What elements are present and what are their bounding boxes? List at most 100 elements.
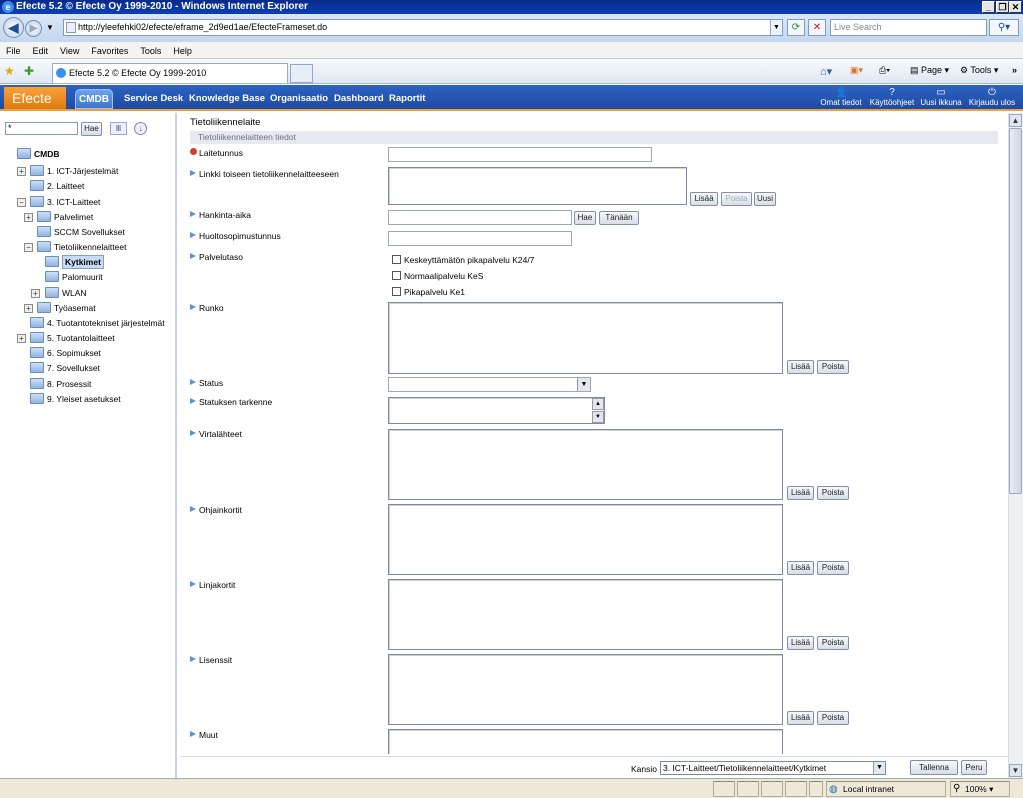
linjakortit-lisaa-button[interactable]: Lisää: [787, 636, 814, 650]
virtalahteet-poista-button[interactable]: Poista: [817, 486, 849, 500]
browser-tab[interactable]: Efecte 5.2 © Efecte Oy 1999-2010: [52, 63, 288, 83]
refresh-icon[interactable]: ⟳: [787, 19, 805, 36]
forward-button[interactable]: ▶: [25, 20, 42, 37]
zoom-value: 100%: [965, 784, 987, 794]
add-favorite-icon[interactable]: ✚: [24, 64, 34, 78]
expand-icon[interactable]: +: [24, 213, 33, 222]
recent-pages-icon[interactable]: ▼: [46, 23, 54, 32]
palvelutaso-checkbox-2[interactable]: [392, 271, 401, 280]
close-icon[interactable]: ✕: [1009, 1, 1022, 13]
menu-file[interactable]: File: [0, 42, 27, 56]
nav-cmdb[interactable]: CMDB: [75, 89, 113, 109]
linkki-listbox[interactable]: [388, 167, 687, 205]
menu-favorites[interactable]: Favorites: [85, 42, 134, 56]
expand-icon[interactable]: +: [24, 304, 33, 313]
tree-item-label: SCCM Sovellukset: [54, 227, 125, 237]
logout-label: Kirjaudu ulos: [968, 98, 1016, 107]
menu-help[interactable]: Help: [167, 42, 198, 56]
runko-lisaa-button[interactable]: Lisää: [787, 360, 814, 374]
collapse-icon[interactable]: −: [17, 198, 26, 207]
status-select[interactable]: ▼: [388, 377, 591, 392]
huoltosopimustunnus-input[interactable]: [388, 231, 572, 246]
url-text: http://yleefehki02/efecte/eframe_2d9ed1a…: [78, 22, 328, 32]
scroll-up-icon[interactable]: ▲: [592, 398, 604, 410]
scroll-down-icon[interactable]: ▼: [592, 411, 604, 423]
nav-service-desk[interactable]: Service Desk: [124, 93, 183, 104]
status-dropdown-icon[interactable]: ▼: [577, 378, 590, 391]
minimize-icon[interactable]: _: [982, 1, 995, 13]
back-button[interactable]: ◀: [3, 17, 24, 38]
lisenssit-poista-button[interactable]: Poista: [817, 711, 849, 725]
runko-listbox[interactable]: [388, 302, 783, 374]
ohjainkortit-poista-button[interactable]: Poista: [817, 561, 849, 575]
runko-poista-button[interactable]: Poista: [817, 360, 849, 374]
tools-menu[interactable]: ⚙ Tools ▾: [960, 65, 998, 76]
lisenssit-listbox[interactable]: [388, 654, 783, 725]
laitetunnus-input[interactable]: [388, 147, 652, 162]
more-commands-icon[interactable]: »: [1012, 65, 1017, 75]
expand-icon[interactable]: +: [17, 167, 26, 176]
peru-button[interactable]: Peru: [961, 760, 987, 775]
lisenssit-lisaa-button[interactable]: Lisää: [787, 711, 814, 725]
folder-icon: [30, 180, 44, 191]
help-button[interactable]: ? Käyttöohjeet: [867, 88, 917, 108]
kansio-select[interactable]: 3. ICT-Laitteet/Tietoliikennelaitteet/Ky…: [660, 761, 886, 775]
nav-organisaatio[interactable]: Organisaatio: [270, 93, 328, 104]
search-input[interactable]: Live Search: [830, 19, 987, 36]
tree-search-input[interactable]: *: [5, 122, 78, 135]
address-dropdown-icon[interactable]: ▼: [770, 20, 782, 35]
search-go-icon[interactable]: ⚲▾: [989, 19, 1019, 36]
status-cell: [809, 781, 823, 797]
statuksen-tarkenne-listbox[interactable]: ▲ ▼: [388, 397, 605, 424]
virtalahteet-lisaa-button[interactable]: Lisää: [787, 486, 814, 500]
hankinta-hae-button[interactable]: Hae: [574, 211, 596, 225]
page-menu[interactable]: ▤ Page ▾: [910, 65, 949, 76]
muut-listbox[interactable]: [388, 729, 783, 754]
scrollbar-thumb[interactable]: [1009, 128, 1022, 494]
new-window-button[interactable]: ▭ Uusi ikkuna: [919, 88, 963, 108]
menu-view[interactable]: View: [54, 42, 85, 56]
expand-icon[interactable]: +: [31, 289, 40, 298]
feeds-icon[interactable]: ▣▾: [850, 65, 863, 76]
columns-icon[interactable]: Ⅲ: [110, 122, 127, 135]
logout-button[interactable]: ⏻ Kirjaudu ulos: [965, 88, 1019, 108]
brand-text: Efecte: [12, 90, 52, 106]
home-icon[interactable]: ⌂▾: [820, 65, 832, 78]
tanaan-button[interactable]: Tänään: [599, 211, 639, 225]
download-icon[interactable]: ↓: [134, 122, 147, 135]
favorites-star-icon[interactable]: ★: [4, 64, 15, 78]
tree-search-button[interactable]: Hae: [81, 122, 102, 136]
linkki-uusi-button[interactable]: Uusi: [754, 192, 776, 206]
menu-edit[interactable]: Edit: [27, 42, 55, 56]
nav-raportit[interactable]: Raportit: [389, 93, 425, 104]
new-tab-button[interactable]: [290, 64, 313, 83]
address-bar[interactable]: http://yleefehki02/efecte/eframe_2d9ed1a…: [63, 19, 783, 36]
omat-tiedot-button[interactable]: 👤 Omat tiedot: [818, 88, 864, 108]
hankinta-aika-input[interactable]: [388, 210, 572, 225]
linkki-lisaa-button[interactable]: Lisää: [690, 192, 718, 206]
palvelutaso-checkbox-3[interactable]: [392, 287, 401, 296]
expand-icon[interactable]: +: [17, 334, 26, 343]
nav-dashboard[interactable]: Dashboard: [334, 93, 384, 104]
scroll-down-arrow-icon[interactable]: ▼: [1009, 764, 1022, 777]
linjakortit-poista-button[interactable]: Poista: [817, 636, 849, 650]
kansio-dropdown-icon[interactable]: ▼: [873, 762, 885, 774]
virtalahteet-listbox[interactable]: [388, 429, 783, 500]
tallenna-button[interactable]: Tallenna: [910, 760, 958, 775]
print-icon[interactable]: ⎙▾: [879, 65, 890, 76]
stop-icon[interactable]: ✕: [808, 19, 826, 36]
nav-knowledge-base[interactable]: Knowledge Base: [189, 93, 265, 104]
linkki-poista-button[interactable]: Poista: [721, 192, 752, 206]
menu-tools[interactable]: Tools: [134, 42, 167, 56]
zone-indicator[interactable]: ◍ Local intranet: [826, 781, 946, 797]
scroll-up-arrow-icon[interactable]: ▲: [1009, 114, 1022, 127]
ohjainkortit-lisaa-button[interactable]: Lisää: [787, 561, 814, 575]
tree-item-label: Tietoliikennelaitteet: [54, 242, 127, 252]
zoom-control[interactable]: ⚲ 100% ▾: [950, 781, 1010, 797]
restore-icon[interactable]: ❐: [996, 1, 1009, 13]
collapse-icon[interactable]: −: [24, 243, 33, 252]
palvelutaso-checkbox-1[interactable]: [392, 255, 401, 264]
label-palvelutaso: Palvelutaso: [190, 252, 243, 262]
linjakortit-listbox[interactable]: [388, 579, 783, 650]
ohjainkortit-listbox[interactable]: [388, 504, 783, 575]
